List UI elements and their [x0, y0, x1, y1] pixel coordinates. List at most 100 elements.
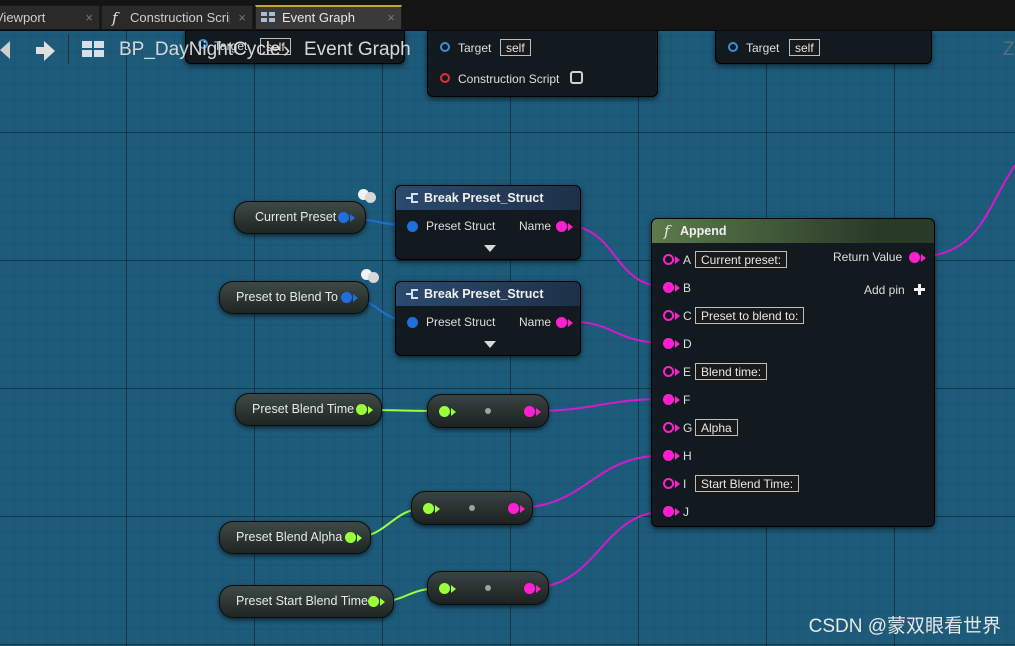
tab-viewport-label: Viewport — [0, 10, 46, 25]
append-pin-i-icon[interactable] — [663, 478, 674, 489]
append-pin-g-label: G — [683, 421, 693, 435]
construction-script-checkbox[interactable] — [570, 71, 583, 84]
var-current-preset[interactable]: Current Preset — [234, 201, 366, 234]
node-title: Break Preset_Struct — [424, 191, 544, 205]
append-pin-i-literal[interactable]: Start Blend Time: — [695, 475, 800, 492]
plus-icon[interactable] — [914, 284, 925, 295]
node-header[interactable]: f Append — [652, 219, 934, 243]
expand-arrow-icon[interactable] — [484, 341, 496, 348]
var-preset-blend-alpha[interactable]: Preset Blend Alpha — [219, 521, 371, 554]
tab-event-graph-label: Event Graph — [282, 10, 355, 25]
struct-pin-icon[interactable] — [341, 292, 352, 303]
append-pin-e-icon[interactable] — [663, 366, 674, 377]
watermark: CSDN @蒙双眼看世界 — [808, 616, 1001, 637]
struct-pin-icon[interactable] — [338, 212, 349, 223]
append-pin-c-icon[interactable] — [663, 310, 674, 321]
append-pin-g-literal[interactable]: Alpha — [695, 419, 738, 436]
conversion-node-blend-alpha[interactable] — [411, 491, 533, 525]
append-pin-d-icon[interactable] — [663, 338, 674, 349]
wire-conv-to-j — [528, 510, 669, 589]
wire-conv-to-f — [528, 398, 669, 412]
pin-arrow-icon — [675, 424, 680, 432]
pin-arrow-icon — [675, 368, 680, 376]
bool-pin-icon[interactable] — [440, 73, 450, 83]
string-pin-icon[interactable] — [909, 252, 920, 263]
append-pin-j-icon[interactable] — [663, 506, 674, 517]
node-break-preset-struct-1[interactable]: Break Preset_Struct Preset Struct Name — [395, 185, 581, 260]
break-struct-icon — [406, 288, 419, 300]
string-pin-icon[interactable] — [524, 583, 535, 594]
tab-construction-script[interactable]: f Construction Script × — [101, 5, 253, 29]
forward-arrow-icon[interactable] — [36, 41, 56, 61]
var-preset-start-blend-time-label: Preset Start Blend Time — [236, 594, 369, 608]
pin-arrow-icon — [451, 585, 456, 593]
append-pin-c-label: C — [683, 309, 692, 323]
var-preset-to-blend-to[interactable]: Preset to Blend To — [219, 281, 369, 314]
pin-arrow-icon — [520, 505, 525, 513]
append-pin-c-literal[interactable]: Preset to blend to: — [695, 307, 805, 324]
pin-arrow-icon — [675, 452, 680, 460]
preset-struct-label: Preset Struct — [426, 219, 496, 233]
breadcrumb-graph[interactable]: Event Graph — [304, 39, 411, 61]
append-pin-g-icon[interactable] — [663, 422, 674, 433]
float-pin-icon[interactable] — [439, 406, 450, 417]
add-pin-label[interactable]: Add pin — [864, 283, 905, 297]
close-icon[interactable]: × — [238, 6, 246, 29]
append-pin-h-icon[interactable] — [663, 450, 674, 461]
pin-arrow-icon — [921, 254, 926, 262]
tab-event-graph[interactable]: Event Graph × — [255, 5, 402, 29]
breadcrumb-separator: › — [283, 37, 291, 62]
tab-viewport[interactable]: Viewport × — [0, 5, 100, 29]
float-pin-icon[interactable] — [423, 503, 434, 514]
var-preset-to-blend-to-label: Preset to Blend To — [236, 290, 338, 304]
node-header[interactable]: Break Preset_Struct — [396, 186, 580, 210]
pin-arrow-icon — [357, 534, 362, 542]
append-pin-f-label: F — [683, 393, 691, 407]
node-append[interactable]: f Append Return Value Add pin A Current p… — [651, 218, 935, 527]
append-pin-a-literal[interactable]: Current preset: — [695, 251, 788, 268]
node-header[interactable]: Break Preset_Struct — [396, 282, 580, 306]
node-title: Append — [680, 224, 727, 238]
append-pin-a-icon[interactable] — [663, 254, 674, 265]
append-pin-b-icon[interactable] — [663, 282, 674, 293]
pin-arrow-icon — [568, 319, 573, 327]
preset-struct-label: Preset Struct — [426, 315, 496, 329]
breadcrumb-blueprint[interactable]: BP_DayNightCycle — [119, 39, 281, 61]
string-pin-icon[interactable] — [508, 503, 519, 514]
var-preset-start-blend-time[interactable]: Preset Start Blend Time — [219, 585, 394, 618]
tab-bar: Viewport × f Construction Script × Event… — [0, 0, 1015, 31]
float-pin-icon[interactable] — [356, 404, 367, 415]
float-pin-icon[interactable] — [368, 596, 379, 607]
append-pin-a-label: A — [683, 253, 692, 267]
pin-arrow-icon — [675, 284, 680, 292]
append-pin-f-icon[interactable] — [663, 394, 674, 405]
append-pin-i-label: I — [683, 477, 687, 491]
conversion-node-start-blend-time[interactable] — [427, 571, 549, 605]
wire-conv-to-h — [512, 454, 669, 509]
struct-pin-icon[interactable] — [407, 221, 418, 232]
var-preset-blend-time[interactable]: Preset Blend Time — [235, 393, 382, 426]
close-icon[interactable]: × — [387, 7, 395, 28]
reroute-dot-icon — [485, 585, 491, 591]
float-pin-icon[interactable] — [345, 532, 356, 543]
expand-arrow-icon[interactable] — [484, 245, 496, 252]
string-pin-icon[interactable] — [556, 317, 567, 328]
struct-pin-icon[interactable] — [407, 317, 418, 328]
append-pin-e-literal[interactable]: Blend time: — [695, 363, 768, 380]
pin-arrow-icon — [435, 505, 440, 513]
name-output-label: Name — [519, 219, 552, 233]
construction-script-label: Construction Script — [458, 72, 560, 86]
conversion-node-blend-time[interactable] — [427, 394, 549, 428]
float-pin-icon[interactable] — [439, 583, 450, 594]
node-break-preset-struct-2[interactable]: Break Preset_Struct Preset Struct Name — [395, 281, 581, 356]
string-pin-icon[interactable] — [524, 406, 535, 417]
close-icon[interactable]: × — [85, 6, 93, 29]
breadcrumb: BP_DayNightCycle › Event Graph Z — [0, 30, 1015, 70]
breadcrumb-divider — [68, 34, 69, 64]
back-arrow-icon[interactable] — [0, 41, 10, 59]
pin-arrow-icon — [536, 585, 541, 593]
tab-construction-script-label: Construction Script — [130, 10, 230, 25]
pin-arrow-icon — [350, 214, 355, 222]
name-output-label: Name — [519, 315, 552, 329]
string-pin-icon[interactable] — [556, 221, 567, 232]
